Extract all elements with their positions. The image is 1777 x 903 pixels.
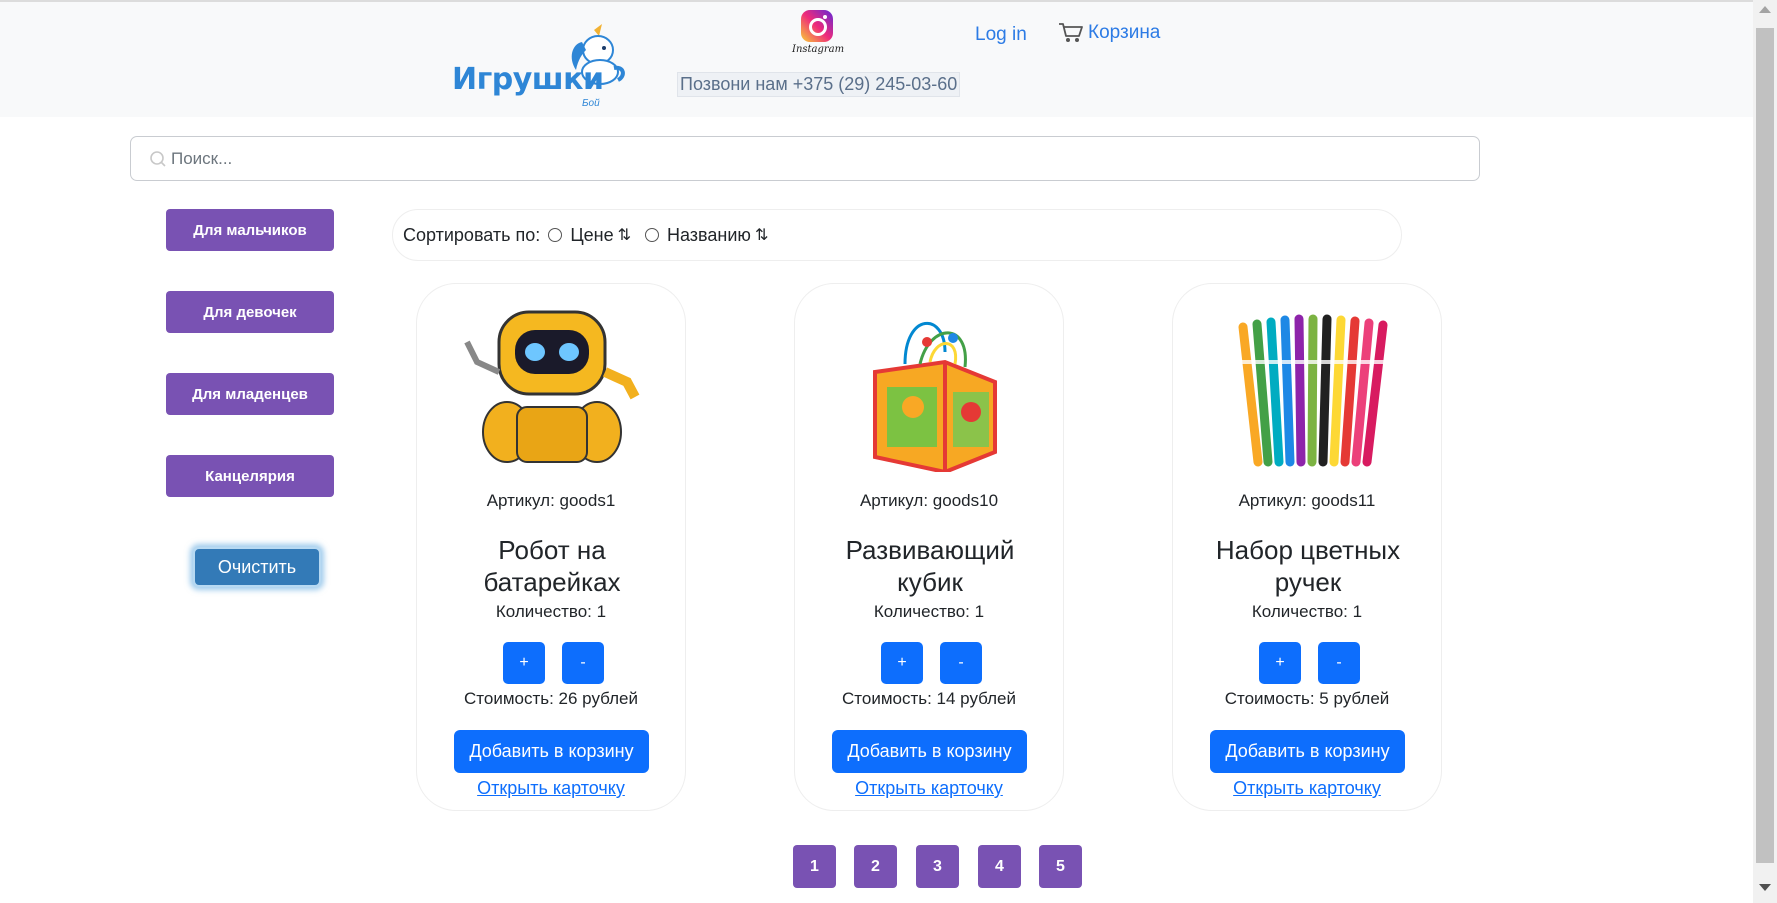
product-image-robot[interactable]	[452, 299, 652, 474]
category-stationery-button[interactable]: Канцелярия	[166, 455, 334, 497]
category-babies-button[interactable]: Для младенцев	[166, 373, 334, 415]
quantity-decrease-button[interactable]: -	[1318, 642, 1360, 684]
instagram-label: Instagram	[792, 44, 845, 55]
quantity-decrease-button[interactable]: -	[562, 642, 604, 684]
phone-number: Позвони нам +375 (29) 245-03-60	[677, 72, 961, 97]
instagram-icon	[801, 10, 833, 42]
page-button-1[interactable]: 1	[793, 845, 836, 888]
product-quantity: Количество: 1	[495, 602, 607, 621]
quantity-increase-button[interactable]: +	[881, 642, 923, 684]
sort-price-radio[interactable]	[548, 228, 563, 242]
sort-bar: Сортировать по: Цене ⇅ Названию ⇅	[392, 209, 1402, 261]
add-to-cart-button[interactable]: Добавить в корзину	[454, 730, 649, 773]
pens-image-icon	[1233, 314, 1393, 466]
add-to-cart-button[interactable]: Добавить в корзину	[1210, 730, 1405, 773]
sort-name-label[interactable]: Названию	[667, 225, 751, 246]
scrollbar-thumb[interactable]	[1756, 28, 1774, 863]
vertical-scrollbar[interactable]	[1753, 0, 1777, 903]
product-image-pens[interactable]	[1208, 299, 1408, 474]
scroll-down-icon[interactable]	[1759, 884, 1771, 891]
page-button-2[interactable]: 2	[854, 845, 897, 888]
page-button-5[interactable]: 5	[1039, 845, 1082, 888]
product-article: Артикул: goods11	[1238, 491, 1376, 510]
category-boys-button[interactable]: Для мальчиков	[166, 209, 334, 251]
cart-label: Корзина	[1088, 22, 1161, 43]
quantity-increase-button[interactable]: +	[1259, 642, 1301, 684]
product-card: Артикул: goods1 Робот на батарейках Коли…	[416, 283, 686, 811]
page-button-4[interactable]: 4	[978, 845, 1021, 888]
sort-name-radio[interactable]	[645, 228, 659, 242]
site-logo[interactable]: Игрушки Бой	[452, 24, 625, 109]
sort-label: Сортировать по:	[403, 224, 541, 245]
product-article: Артикул: goods10	[859, 491, 999, 510]
instagram-link[interactable]: Instagram	[792, 10, 845, 60]
open-card-link[interactable]: Открыть карточку	[795, 778, 1063, 799]
quantity-increase-button[interactable]: +	[503, 642, 545, 684]
cart-link[interactable]: Корзина	[1058, 22, 1160, 44]
page-button-3[interactable]: 3	[916, 845, 959, 888]
cube-image-icon	[873, 321, 997, 472]
add-to-cart-button[interactable]: Добавить в корзину	[832, 730, 1027, 773]
product-price: Стоимость: 14 рублей	[842, 689, 1016, 708]
login-link[interactable]: Log in	[975, 24, 1027, 46]
logo-text: Игрушки	[452, 62, 604, 97]
product-title: Развивающий кубик	[845, 535, 1015, 597]
site-header: Игрушки Бой Instagram Позвони нам +375 (…	[0, 0, 1753, 117]
product-card: Артикул: goods11 Набор цветных ручек Кол…	[1172, 283, 1442, 811]
scroll-up-icon[interactable]	[1759, 6, 1771, 13]
logo-subtext: Бой	[582, 98, 600, 109]
robot-image-icon	[464, 310, 640, 463]
product-article: Артикул: goods1	[486, 491, 616, 510]
sort-arrows-icon: ⇅	[754, 227, 769, 244]
product-image-cube[interactable]	[830, 299, 1030, 474]
search-bar	[130, 136, 1480, 181]
product-card: Артикул: goods10 Развивающий кубик Колич…	[794, 283, 1064, 811]
category-girls-button[interactable]: Для девочек	[166, 291, 334, 333]
product-price: Стоимость: 5 рублей	[1224, 689, 1390, 708]
sort-arrows-icon: ⇅	[617, 227, 631, 244]
cart-icon	[1059, 23, 1083, 42]
open-card-link[interactable]: Открыть карточку	[1173, 778, 1441, 799]
product-price: Стоимость: 26 рублей	[464, 689, 638, 708]
product-title: Робот на батарейках	[483, 535, 621, 597]
clear-filter-button[interactable]: Очистить	[193, 547, 321, 587]
search-icon	[150, 151, 166, 167]
product-title: Набор цветных ручек	[1215, 535, 1401, 597]
search-input[interactable]	[171, 145, 1461, 173]
product-quantity: Количество: 1	[1251, 602, 1363, 621]
product-quantity: Количество: 1	[873, 602, 985, 621]
quantity-decrease-button[interactable]: -	[940, 642, 982, 684]
open-card-link[interactable]: Открыть карточку	[417, 778, 685, 799]
sort-price-label[interactable]: Цене	[570, 225, 613, 246]
